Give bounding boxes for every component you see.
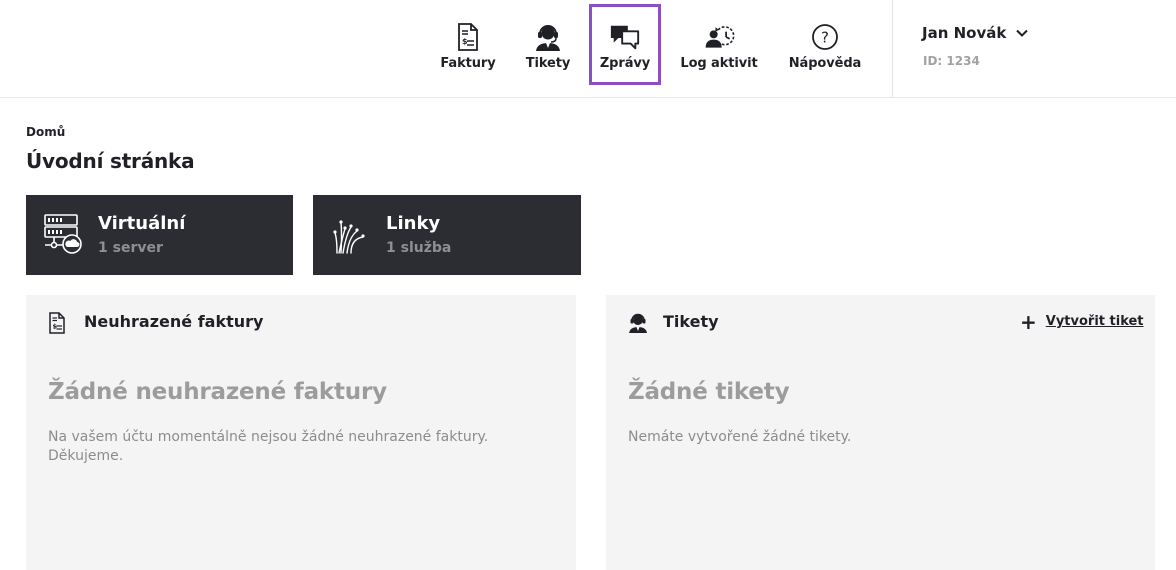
nav-label: Zprávy [599, 56, 651, 71]
support-agent-icon [532, 21, 564, 53]
service-name: Virtuální [98, 213, 186, 234]
invoice-icon: $ [48, 312, 68, 334]
unpaid-invoices-panel: $ Neuhrazené faktury Žádné neuhrazené fa… [26, 295, 576, 570]
nav-label: Log aktivit [680, 56, 758, 71]
service-name: Linky [386, 213, 441, 234]
create-ticket-link[interactable]: + Vytvořit tiket [1020, 309, 1144, 334]
service-count: 1 server [98, 240, 163, 256]
support-agent-icon [627, 312, 647, 334]
service-tile-virtual[interactable]: Virtuální 1 server [26, 195, 293, 275]
empty-state-title: Žádné neuhrazené faktury [48, 379, 387, 405]
fiber-optic-icon [329, 213, 371, 255]
empty-state-text: Na vašem účtu momentálně nejsou žádné ne… [48, 429, 489, 464]
nav-faktury[interactable]: $ Faktury [433, 4, 503, 85]
empty-state-text: Nemáte vytvořené žádné tikety. [628, 429, 852, 445]
activity-log-icon [703, 21, 735, 53]
invoice-icon: $ [452, 21, 484, 53]
page-title: Úvodní stránka [26, 149, 195, 173]
service-count: 1 služba [386, 240, 452, 256]
plus-icon: + [1020, 309, 1037, 334]
help-icon: ? [809, 21, 841, 53]
chat-bubbles-icon [609, 21, 641, 53]
nav-napoveda[interactable]: ? Nápověda [783, 4, 867, 85]
nav-zpravy[interactable]: Zprávy [589, 4, 661, 85]
nav-tikety[interactable]: Tikety [518, 4, 578, 85]
nav-label: Nápověda [788, 56, 862, 71]
nav-label: Tikety [525, 56, 571, 71]
nav-label: Faktury [440, 56, 496, 71]
service-tile-linky[interactable]: Linky 1 služba [313, 195, 581, 275]
nav-log-aktivit[interactable]: Log aktivit [676, 4, 762, 85]
breadcrumb[interactable]: Domů [26, 125, 65, 139]
tickets-panel: Tikety + Vytvořit tiket Žádné tikety Nem… [606, 295, 1155, 570]
user-name: Jan Novák [922, 24, 1007, 42]
user-id: ID: 1234 [923, 54, 980, 68]
create-ticket-label: Vytvořit tiket [1045, 314, 1144, 329]
user-menu[interactable]: Jan Novák [922, 24, 1029, 42]
top-header: $ Faktury Tikety Zprávy Log aktivit ? Ná… [0, 0, 1176, 98]
header-divider [892, 0, 893, 98]
chevron-down-icon [1016, 27, 1029, 39]
panel-title: Tikety [663, 312, 719, 331]
empty-state-title: Žádné tikety [628, 379, 790, 405]
svg-text:?: ? [821, 29, 829, 47]
panel-title: Neuhrazené faktury [84, 312, 264, 331]
virtual-server-icon [42, 213, 84, 255]
